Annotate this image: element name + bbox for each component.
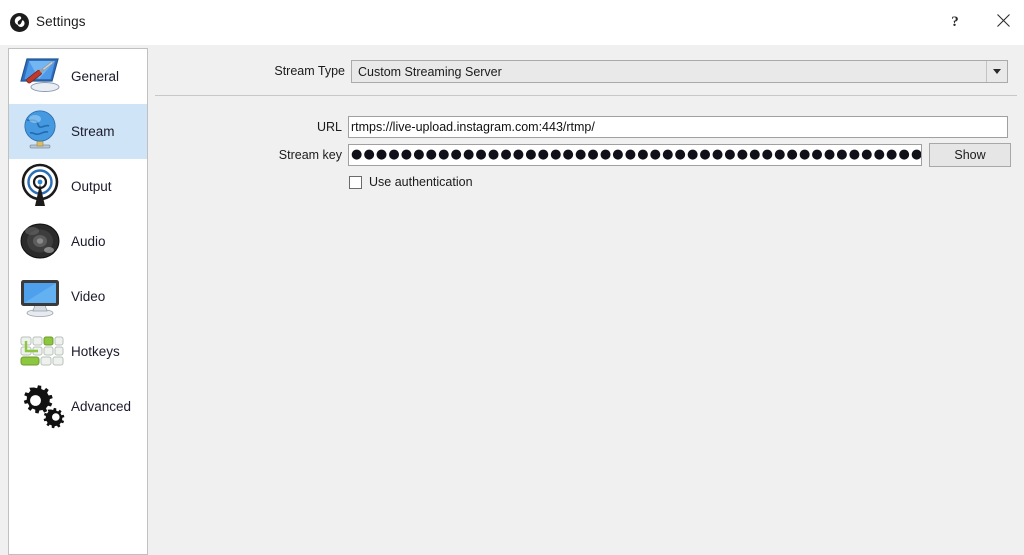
sidebar-item-hotkeys[interactable]: Hotkeys <box>9 324 147 379</box>
stream-type-value: Custom Streaming Server <box>358 64 502 79</box>
sidebar-item-label: Hotkeys <box>71 344 120 359</box>
stream-key-label: Stream key <box>278 148 342 162</box>
obs-logo-icon <box>10 13 29 32</box>
use-authentication-checkbox[interactable] <box>349 175 362 189</box>
broadcast-antenna-icon <box>14 162 66 212</box>
section-divider <box>155 95 1017 96</box>
question-mark-icon: ? <box>951 14 959 30</box>
keyboard-keys-icon <box>14 327 66 377</box>
use-authentication-label: Use authentication <box>369 175 473 189</box>
sidebar-item-label: Audio <box>71 234 106 249</box>
stream-key-masked-value: ●●●●●●●●●●●●●●●●●●●●●●●●●●●●●●●●●●●●●●●●… <box>351 147 921 162</box>
monitor-icon <box>14 272 66 322</box>
settings-dialog: Settings ? General Stream Output Audio V… <box>0 0 1024 555</box>
url-value: rtmps://live-upload.instagram.com:443/rt… <box>351 120 595 134</box>
sidebar-item-video[interactable]: Video <box>9 269 147 324</box>
show-stream-key-button[interactable]: Show <box>929 143 1011 167</box>
stream-settings-pane: Stream Type Custom Streaming Server URL … <box>150 45 1024 555</box>
sidebar-item-stream[interactable]: Stream <box>9 104 147 159</box>
sidebar-item-label: Advanced <box>71 399 132 414</box>
sidebar-item-output[interactable]: Output <box>9 159 147 214</box>
chevron-down-icon[interactable] <box>986 61 1007 82</box>
help-button[interactable]: ? <box>932 0 978 45</box>
url-input[interactable]: rtmps://live-upload.instagram.com:443/rt… <box>348 116 1008 138</box>
sidebar-item-audio[interactable]: Audio <box>9 214 147 269</box>
settings-sidebar: General Stream Output Audio Video Hotkey… <box>8 48 148 555</box>
title-bar: Settings ? <box>0 0 1024 45</box>
close-x-icon <box>996 13 1010 32</box>
speaker-icon <box>14 217 66 267</box>
stream-key-input[interactable]: ●●●●●●●●●●●●●●●●●●●●●●●●●●●●●●●●●●●●●●●●… <box>348 144 922 166</box>
close-button[interactable] <box>980 0 1024 45</box>
sidebar-item-label: Stream <box>71 124 115 139</box>
monitor-screwdriver-icon <box>14 52 66 102</box>
url-label: URL <box>316 120 342 134</box>
sidebar-item-label: General <box>71 69 120 84</box>
gears-icon <box>14 382 66 432</box>
window-title: Settings <box>36 14 86 29</box>
stream-type-dropdown[interactable]: Custom Streaming Server <box>351 60 1008 83</box>
sidebar-item-label: Video <box>71 289 106 304</box>
stream-type-label: Stream Type <box>274 64 345 78</box>
use-authentication-row[interactable]: Use authentication <box>349 175 473 189</box>
sidebar-item-general[interactable]: General <box>9 49 147 104</box>
dialog-body: General Stream Output Audio Video Hotkey… <box>0 45 1024 555</box>
sidebar-item-advanced[interactable]: Advanced <box>9 379 147 434</box>
globe-icon <box>14 107 66 157</box>
sidebar-item-label: Output <box>71 179 112 194</box>
